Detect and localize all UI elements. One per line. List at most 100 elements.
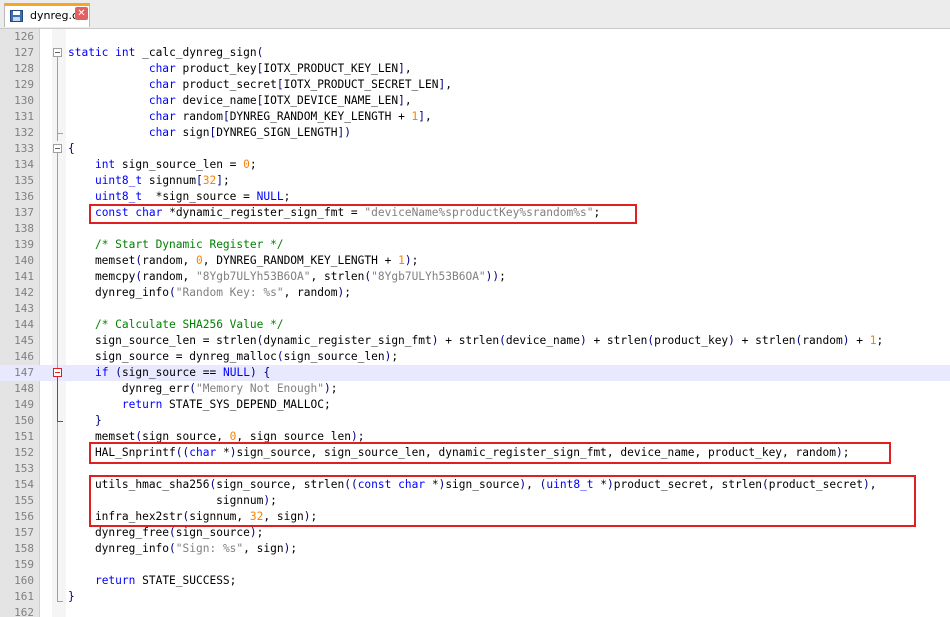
line-number: 141 <box>14 270 34 283</box>
code-line-145[interactable]: 145 sign_source_len = strlen(dynamic_reg… <box>0 333 950 349</box>
code-text: if (sign_source == NULL) { <box>94 366 271 379</box>
line-number: 146 <box>14 350 34 363</box>
code-text: } <box>68 590 75 603</box>
code-line-150[interactable]: 150 } <box>0 413 950 429</box>
code-line-160[interactable]: 160 return STATE_SUCCESS; <box>0 573 950 589</box>
line-number: 161 <box>14 590 34 603</box>
line-number: 128 <box>14 62 34 75</box>
line-number: 159 <box>14 558 34 571</box>
code-text: dynreg_free(sign_source); <box>68 526 264 539</box>
code-text: char product_secret[IOTX_PRODUCT_SECRET_… <box>148 78 452 91</box>
code-line-162[interactable]: 162 <box>0 605 950 617</box>
line-number: 137 <box>14 206 34 219</box>
tab-bar: dynreg.c ✕ <box>0 0 950 29</box>
code-line-128[interactable]: 128 char product_key[IOTX_PRODUCT_KEY_LE… <box>0 61 950 77</box>
fold-guide-end <box>57 421 63 422</box>
fold-toggle-icon[interactable] <box>53 48 62 57</box>
code-line-131[interactable]: 131 char random[DYNREG_RANDOM_KEY_LENGTH… <box>0 109 950 125</box>
line-number: 138 <box>14 222 34 235</box>
line-number: 136 <box>14 190 34 203</box>
code-line-158[interactable]: 158 dynreg_info("Sign: %s", sign); <box>0 541 950 557</box>
line-number: 129 <box>14 78 34 91</box>
line-number: 140 <box>14 254 34 267</box>
line-number: 142 <box>14 286 34 299</box>
code-text: char random[DYNREG_RANDOM_KEY_LENGTH + 1… <box>148 110 432 123</box>
line-number: 139 <box>14 238 34 251</box>
code-line-148[interactable]: 148 dynreg_err("Memory Not Enough"); <box>0 381 950 397</box>
code-text: uint8_t *sign_source = NULL; <box>94 190 291 203</box>
code-text: char sign[DYNREG_SIGN_LENGTH]) <box>148 126 351 139</box>
code-text: dynreg_err("Memory Not Enough"); <box>68 382 338 395</box>
line-number: 131 <box>14 110 34 123</box>
fold-guide-end <box>57 133 63 134</box>
code-line-135[interactable]: 135 uint8_t signnum[32]; <box>0 173 950 189</box>
code-text: char device_name[IOTX_DEVICE_NAME_LEN], <box>148 94 412 107</box>
fold-guide-end <box>57 601 63 602</box>
line-number: 153 <box>14 462 34 475</box>
code-line-127[interactable]: 127 static int _calc_dynreg_sign( <box>0 45 950 61</box>
tab-dynreg-c[interactable]: dynreg.c ✕ <box>4 3 90 27</box>
code-line-159[interactable]: 159 <box>0 557 950 573</box>
code-line-161[interactable]: 161} <box>0 589 950 605</box>
code-line-129[interactable]: 129 char product_secret[IOTX_PRODUCT_SEC… <box>0 77 950 93</box>
highlight-box-hmac <box>89 475 916 527</box>
code-text: dynreg_info("Sign: %s", sign); <box>68 542 298 555</box>
code-line-142[interactable]: 142 dynreg_info("Random Key: %s", random… <box>0 285 950 301</box>
fold-guide <box>57 57 58 141</box>
line-number: 133 <box>14 142 34 155</box>
highlight-box-snprintf <box>89 442 891 464</box>
code-line-130[interactable]: 130 char device_name[IOTX_DEVICE_NAME_LE… <box>0 93 950 109</box>
code-line-132[interactable]: 132 char sign[DYNREG_SIGN_LENGTH]) <box>0 125 950 141</box>
line-number: 145 <box>14 334 34 347</box>
fold-guide <box>57 377 58 421</box>
code-text: uint8_t signnum[32]; <box>94 174 230 187</box>
code-line-126[interactable]: 126 <box>0 29 950 45</box>
code-text: { <box>68 142 75 155</box>
code-line-147[interactable]: 147 if (sign_source == NULL) { <box>0 365 950 381</box>
code-text: dynreg_info("Random Key: %s", random); <box>68 286 351 299</box>
code-text: sign_source_len = strlen(dynamic_registe… <box>68 334 884 347</box>
line-number: 160 <box>14 574 34 587</box>
line-number: 147 <box>14 366 34 379</box>
code-text: sign_source = dynreg_malloc(sign_source_… <box>68 350 399 363</box>
save-disk-icon <box>10 10 23 22</box>
highlight-box-sign-fmt <box>89 204 637 224</box>
code-line-141[interactable]: 141 memcpy(random, "8Ygb7ULYh53B6OA", st… <box>0 269 950 285</box>
line-number: 144 <box>14 318 34 331</box>
code-line-157[interactable]: 157 dynreg_free(sign_source); <box>0 525 950 541</box>
line-number: 151 <box>14 430 34 443</box>
line-number: 149 <box>14 398 34 411</box>
code-line-144[interactable]: 144 /* Calculate SHA256 Value */ <box>0 317 950 333</box>
code-line-140[interactable]: 140 memset(random, 0, DYNREG_RANDOM_KEY_… <box>0 253 950 269</box>
code-text: static int _calc_dynreg_sign( <box>68 46 264 59</box>
code-text: /* Calculate SHA256 Value */ <box>94 318 284 331</box>
tab-label: dynreg.c <box>30 9 79 22</box>
code-text: /* Start Dynamic Register */ <box>94 238 284 251</box>
line-number: 155 <box>14 494 34 507</box>
line-number: 127 <box>14 46 34 59</box>
close-icon[interactable]: ✕ <box>75 7 88 20</box>
code-text: memcpy(random, "8Ygb7ULYh53B6OA", strlen… <box>68 270 506 283</box>
code-line-134[interactable]: 134 int sign_source_len = 0; <box>0 157 950 173</box>
line-number: 134 <box>14 158 34 171</box>
code-line-136[interactable]: 136 uint8_t *sign_source = NULL; <box>0 189 950 205</box>
code-text: int sign_source_len = 0; <box>94 158 257 171</box>
code-line-149[interactable]: 149 return STATE_SYS_DEPEND_MALLOC; <box>0 397 950 413</box>
fold-toggle-icon[interactable] <box>53 144 62 153</box>
line-number: 152 <box>14 446 34 459</box>
code-text: return STATE_SUCCESS; <box>94 574 237 587</box>
line-number: 156 <box>14 510 34 523</box>
line-number: 135 <box>14 174 34 187</box>
line-number: 162 <box>14 606 34 617</box>
code-line-146[interactable]: 146 sign_source = dynreg_malloc(sign_sou… <box>0 349 950 365</box>
line-number: 132 <box>14 126 34 139</box>
line-number: 150 <box>14 414 34 427</box>
fold-toggle-icon[interactable] <box>53 368 62 377</box>
line-number: 158 <box>14 542 34 555</box>
code-text: return STATE_SYS_DEPEND_MALLOC; <box>121 398 331 411</box>
code-line-139[interactable]: 139 /* Start Dynamic Register */ <box>0 237 950 253</box>
line-number: 126 <box>14 30 34 43</box>
code-line-143[interactable]: 143 <box>0 301 950 317</box>
code-editor[interactable]: 126 127 static int _calc_dynreg_sign( 128 c… <box>0 29 950 617</box>
code-line-133[interactable]: 133 { <box>0 141 950 157</box>
